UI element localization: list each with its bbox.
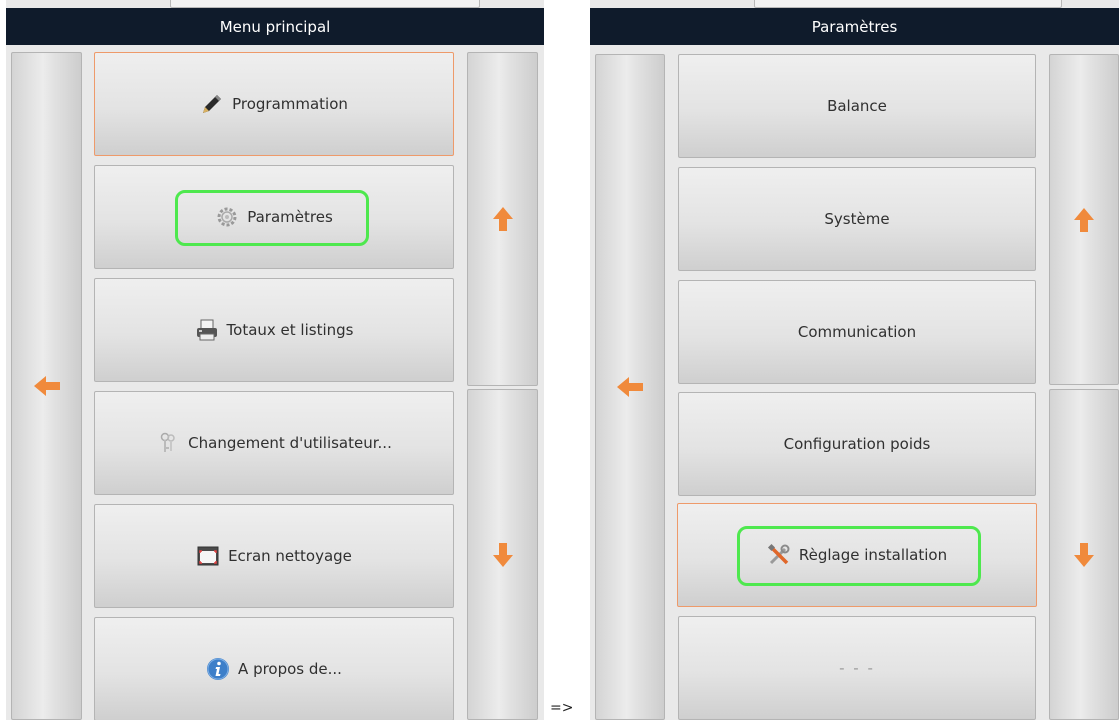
gear-icon xyxy=(215,205,239,229)
scroll-down-button[interactable] xyxy=(1049,389,1119,720)
arrow-down-icon xyxy=(492,542,513,567)
screen-icon xyxy=(196,544,220,568)
menu-item-label: A propos de... xyxy=(238,660,342,678)
menu-item-reglage-installation[interactable]: Règlage installation xyxy=(677,503,1037,607)
menu-item-systeme[interactable]: Système xyxy=(678,167,1036,271)
menu-item-parametres[interactable]: Paramètres xyxy=(94,165,454,269)
tools-icon xyxy=(767,543,791,567)
back-button[interactable] xyxy=(595,54,665,720)
menu-item-changement-utilisateur[interactable]: Changement d'utilisateur... xyxy=(94,391,454,495)
menu-item-label: - - - xyxy=(839,659,875,677)
pencil-icon xyxy=(200,92,224,116)
arrow-up-icon xyxy=(1074,207,1094,232)
panel-title: Menu principal xyxy=(6,8,544,45)
menu-item-configuration-poids[interactable]: Configuration poids xyxy=(678,392,1036,496)
main-menu-panel: Menu principal Programmation Paramètres xyxy=(6,0,544,720)
arrow-left-icon xyxy=(33,376,60,396)
scroll-down-button[interactable] xyxy=(467,389,538,720)
menu-item-label: Configuration poids xyxy=(783,435,931,453)
menu-item-empty[interactable]: - - - xyxy=(678,616,1036,720)
scroll-up-button[interactable] xyxy=(1049,54,1119,385)
menu-item-label: Totaux et listings xyxy=(226,321,354,339)
menu-item-label: Communication xyxy=(797,323,917,341)
panel-title: Paramètres xyxy=(590,8,1119,45)
transition-arrow: => xyxy=(550,700,574,716)
arrow-up-icon xyxy=(492,207,513,231)
keys-icon xyxy=(156,431,180,455)
menu-item-ecran-nettoyage[interactable]: Ecran nettoyage xyxy=(94,504,454,608)
parametres-panel: Paramètres Balance Système Communication… xyxy=(590,0,1119,720)
scroll-up-button[interactable] xyxy=(467,52,538,386)
menu-item-label: Balance xyxy=(827,97,887,115)
menu-item-label: Système xyxy=(824,210,890,228)
menu-item-totaux-listings[interactable]: Totaux et listings xyxy=(94,278,454,382)
menu-item-label: Paramètres xyxy=(247,208,333,226)
menu-item-programmation[interactable]: Programmation xyxy=(94,52,454,156)
info-icon xyxy=(206,657,230,681)
menu-item-label: Ecran nettoyage xyxy=(228,547,352,565)
menu-item-communication[interactable]: Communication xyxy=(678,280,1036,384)
arrow-down-icon xyxy=(1074,542,1094,567)
menu-item-label: Règlage installation xyxy=(798,546,948,564)
back-button[interactable] xyxy=(11,52,82,720)
top-tab xyxy=(170,0,480,8)
arrow-left-icon xyxy=(617,377,643,397)
menu-item-a-propos[interactable]: A propos de... xyxy=(94,617,454,720)
menu-item-label: Changement d'utilisateur... xyxy=(188,434,392,452)
menu-item-balance[interactable]: Balance xyxy=(678,54,1036,158)
menu-item-label: Programmation xyxy=(232,95,348,113)
printer-icon xyxy=(195,318,219,342)
top-tab xyxy=(754,0,1062,8)
